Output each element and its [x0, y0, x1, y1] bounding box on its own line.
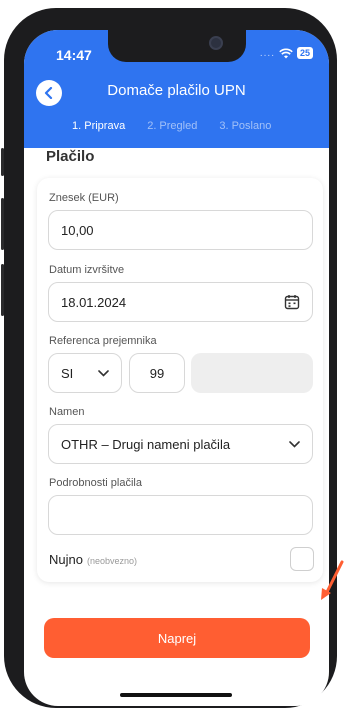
chevron-down-icon [98, 369, 109, 377]
purpose-label: Namen [49, 406, 85, 418]
status-icons: .... 25 [260, 47, 313, 59]
camera-icon [209, 36, 223, 50]
signal-icon: .... [259, 47, 275, 59]
screen: 14:47 .... 25 Domače plačilo UPN 1. Prip… [24, 30, 329, 706]
reference-prefix-select[interactable]: SI [48, 353, 122, 393]
purpose-select[interactable]: OTHR – Drugi nameni plačila [48, 424, 313, 464]
phone-frame: 14:47 .... 25 Domače plačilo UPN 1. Prip… [1, 8, 337, 708]
details-input[interactable] [48, 495, 313, 535]
reference-label: Referenca prejemnika [49, 335, 157, 347]
amount-input[interactable]: 10,00 [48, 210, 313, 250]
date-value: 18.01.2024 [61, 294, 127, 310]
mute-switch [1, 148, 4, 176]
step-1: 1. Priprava [72, 120, 126, 132]
volume-down-button [1, 264, 4, 316]
pointer-arrow-icon [321, 560, 344, 600]
urgent-label: Nujno [49, 552, 83, 567]
page-title: Domače plačilo UPN [107, 82, 246, 99]
battery-icon: 25 [296, 47, 313, 59]
calendar-icon[interactable] [284, 294, 300, 310]
urgent-row: Nujno (neobvezno) [49, 552, 137, 567]
date-label: Datum izvršitve [49, 264, 125, 276]
status-time: 14:47 [56, 47, 92, 63]
reference-prefix-value: SI [61, 365, 74, 381]
step-2: 2. Pregled [147, 120, 198, 132]
purpose-value: OTHR – Drugi nameni plačila [61, 436, 231, 452]
volume-up-button [1, 198, 4, 250]
reference-model-input[interactable]: 99 [129, 353, 185, 393]
chevron-down-icon [289, 440, 300, 448]
wifi-icon [279, 48, 293, 58]
notch [108, 30, 246, 62]
amount-label: Znesek (EUR) [49, 192, 119, 204]
payment-form-card: Znesek (EUR) 10,00 Datum izvršitve 18.01… [37, 178, 323, 582]
step-indicator: 1. Priprava 2. Pregled 3. Poslano [72, 120, 271, 132]
date-input[interactable]: 18.01.2024 [48, 282, 313, 322]
urgent-checkbox[interactable] [290, 547, 314, 571]
urgent-hint: (neobvezno) [86, 556, 138, 566]
step-3: 3. Poslano [219, 120, 272, 132]
home-indicator [120, 693, 232, 697]
amount-value: 10,00 [61, 222, 94, 238]
details-label: Podrobnosti plačila [49, 477, 142, 489]
section-title: Plačilo [46, 148, 95, 165]
next-button[interactable]: Naprej [44, 618, 310, 658]
reference-model-value: 99 [149, 365, 165, 381]
reference-number-input[interactable] [191, 353, 313, 393]
